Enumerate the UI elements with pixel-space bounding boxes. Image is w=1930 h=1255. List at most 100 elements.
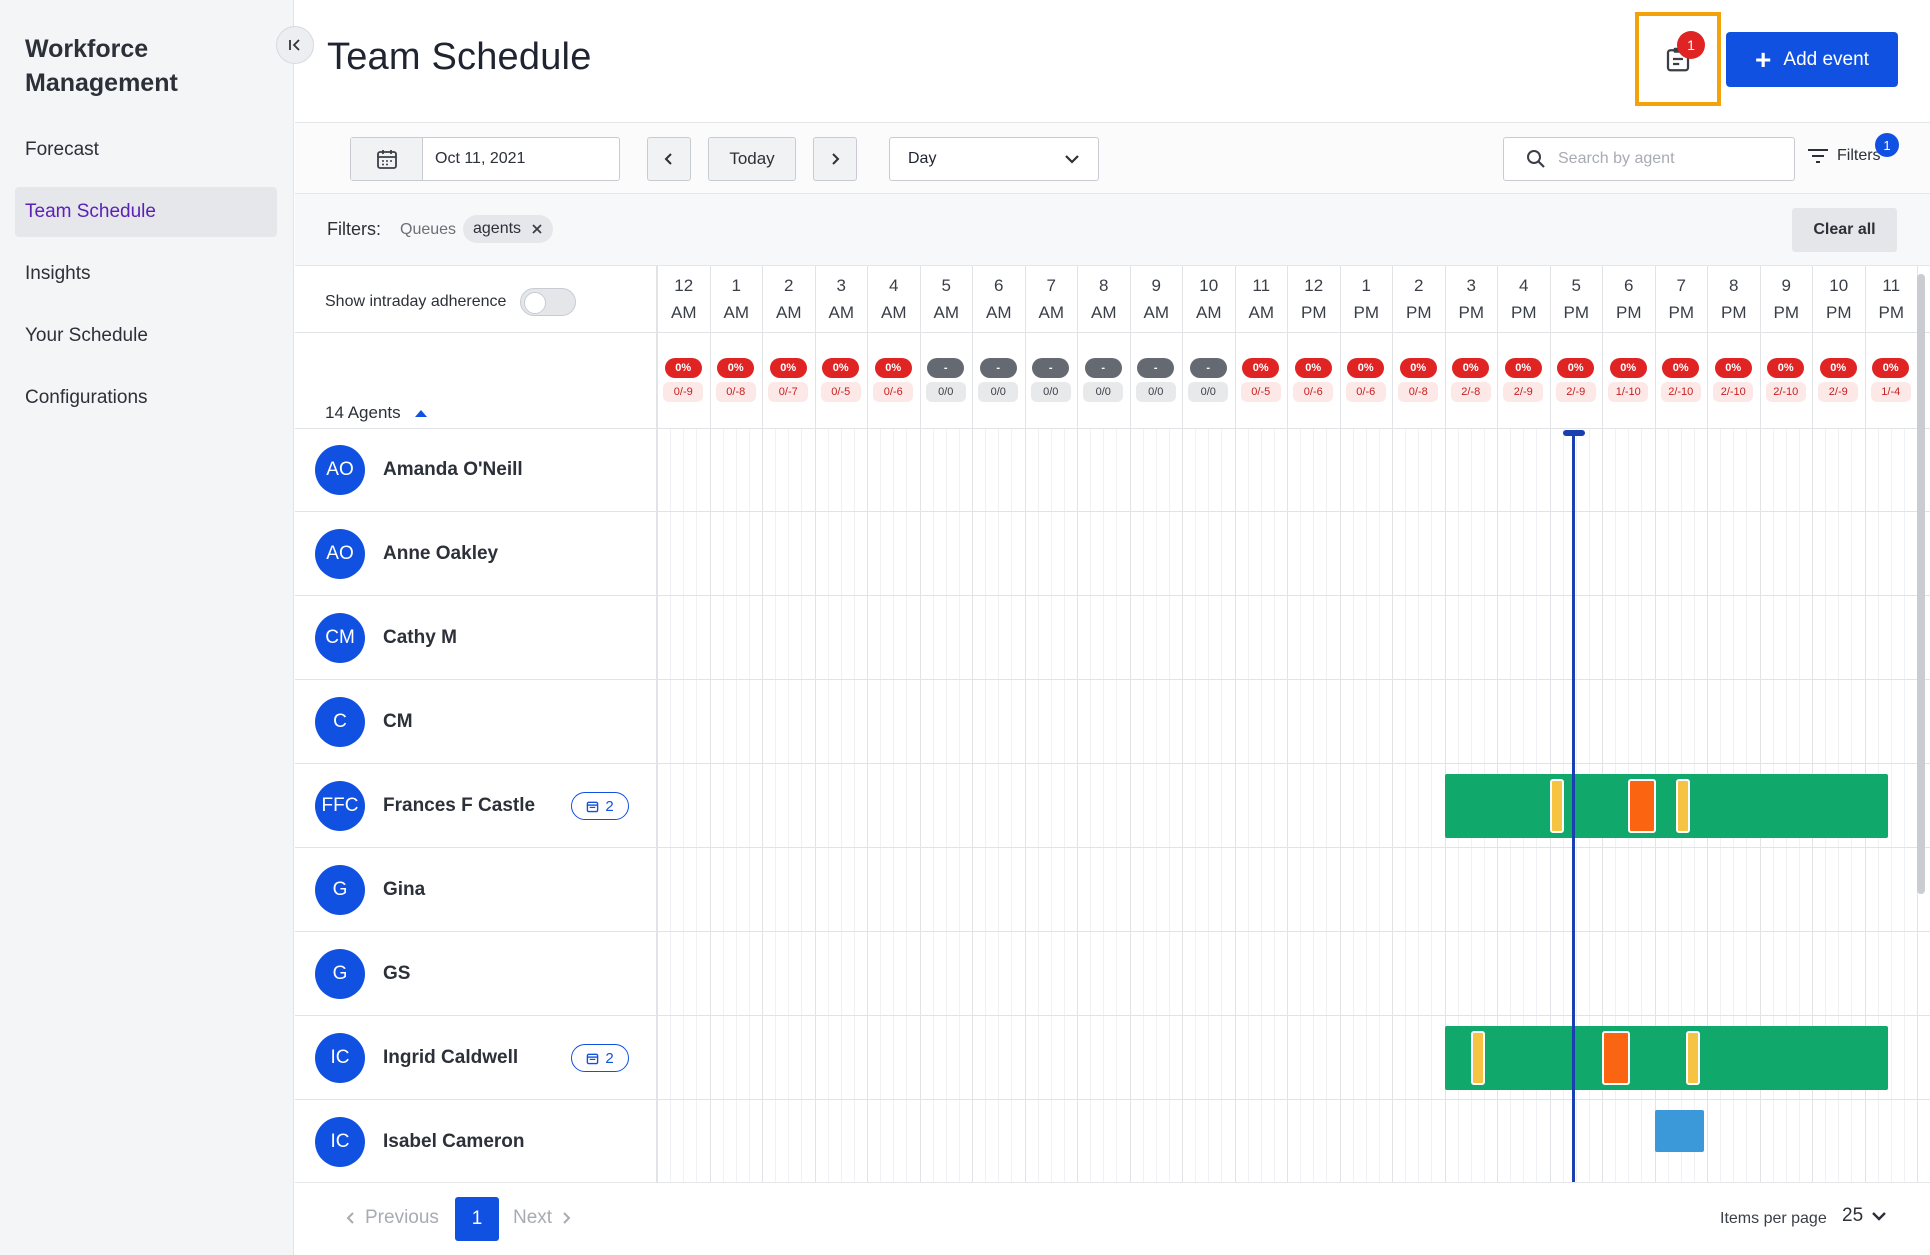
filters-button[interactable]: Filters (1807, 147, 1881, 165)
avatar: FFC (315, 780, 365, 831)
close-icon[interactable] (531, 223, 543, 235)
notification-count-badge: 1 (1677, 31, 1705, 59)
grid-line (762, 266, 763, 1182)
hour-header: 4 PM (1497, 266, 1550, 332)
agent-name[interactable]: Isabel Cameron (383, 1131, 525, 1153)
grid-line (1142, 428, 1144, 1182)
adherence-percent-badge: 0% (1872, 358, 1910, 378)
view-select[interactable]: Day (889, 137, 1099, 181)
grid-line (1339, 266, 1341, 1182)
staffing-ratio: 0/0 (1083, 382, 1124, 402)
chevron-down-icon (1872, 1212, 1886, 1221)
lunch-block[interactable] (1628, 779, 1657, 833)
agent-row[interactable]: AO Anne Oakley (295, 512, 657, 596)
notifications-button[interactable]: 1 (1635, 12, 1721, 106)
date-picker[interactable]: Oct 11, 2021 (350, 137, 620, 181)
agent-row[interactable]: CM Cathy M (295, 596, 657, 680)
shift-block[interactable] (1444, 774, 1889, 838)
meeting-block[interactable] (1654, 1110, 1705, 1152)
date-picker-button[interactable] (351, 138, 423, 180)
adherence-percent-badge: 0% (822, 358, 860, 378)
add-event-button[interactable]: + Add event (1726, 32, 1898, 87)
agent-name[interactable]: CM (383, 711, 413, 733)
vertical-scrollbar[interactable] (1917, 274, 1925, 894)
shift-block[interactable] (1444, 1026, 1889, 1090)
break-block[interactable] (1549, 779, 1564, 833)
search-input[interactable] (1558, 150, 1778, 168)
row-divider (657, 679, 1930, 680)
page-1-button[interactable]: 1 (455, 1197, 499, 1241)
next-page-button[interactable]: Next (513, 1207, 572, 1229)
adherence-percent-badge: 0% (769, 358, 807, 378)
event-count: 2 (605, 1049, 614, 1067)
grid-line (1392, 266, 1393, 1182)
hour-number: 8 (1729, 276, 1739, 295)
agent-name[interactable]: Anne Oakley (383, 543, 498, 565)
date-value[interactable]: Oct 11, 2021 (423, 138, 525, 180)
agent-name[interactable]: Frances F Castle (383, 795, 535, 817)
agent-row[interactable]: AO Amanda O'Neill (295, 428, 657, 512)
agent-row[interactable]: FFC Frances F Castle 2 (295, 764, 657, 848)
grid-line (1378, 428, 1380, 1182)
agent-name[interactable]: Gina (383, 879, 425, 901)
hour-period: PM (1301, 303, 1327, 322)
sort-ascending-icon (414, 409, 427, 417)
collapse-sidebar-button[interactable] (276, 26, 314, 64)
hour-period: PM (1721, 303, 1747, 322)
agent-name[interactable]: Cathy M (383, 627, 457, 649)
grid-line (1418, 428, 1420, 1182)
agent-search[interactable] (1503, 137, 1795, 181)
break-block[interactable] (1675, 779, 1690, 833)
next-day-button[interactable] (813, 137, 857, 181)
agents-count-header[interactable]: 14 Agents (325, 403, 427, 423)
hour-number: 6 (1624, 276, 1634, 295)
today-button[interactable]: Today (708, 137, 796, 181)
hour-number: 2 (1414, 276, 1424, 295)
agent-row[interactable]: IC Ingrid Caldwell 2 (295, 1016, 657, 1100)
row-divider (657, 595, 1930, 596)
grid-line (1116, 428, 1118, 1182)
calendar-icon (587, 1053, 599, 1064)
hour-header: 6 AM (972, 266, 1025, 332)
sidebar-item-team-schedule[interactable]: Team Schedule (15, 187, 277, 237)
grid-line (945, 428, 947, 1182)
avatar: AO (315, 444, 365, 495)
agent-row[interactable]: C CM (295, 680, 657, 764)
hour-period: AM (933, 303, 960, 322)
previous-day-button[interactable] (647, 137, 691, 181)
grid-line (775, 428, 777, 1182)
agent-name[interactable]: Amanda O'Neill (383, 459, 523, 481)
agent-row[interactable]: G GS (295, 932, 657, 1016)
agent-name[interactable]: Ingrid Caldwell (383, 1047, 518, 1069)
break-block[interactable] (1686, 1031, 1700, 1085)
event-count-badge[interactable]: 2 (571, 792, 629, 820)
next-page-label: Next (513, 1207, 553, 1228)
current-time-handle[interactable] (1563, 430, 1586, 436)
hour-number: 4 (889, 276, 899, 295)
row-divider (657, 511, 1930, 512)
event-count-badge[interactable]: 2 (571, 1044, 629, 1072)
adherence-percent-badge: - (979, 358, 1017, 378)
items-per-page-select[interactable]: 25 (1842, 1205, 1887, 1227)
clear-all-button[interactable]: Clear all (1792, 208, 1897, 252)
row-divider (657, 763, 1930, 764)
agent-row[interactable]: IC Isabel Cameron (295, 1100, 657, 1182)
hour-header: 7 AM (1024, 266, 1078, 332)
sidebar-item-configurations[interactable]: Configurations (15, 373, 277, 423)
break-block[interactable] (1470, 1031, 1485, 1085)
previous-page-button[interactable]: Previous (345, 1207, 439, 1229)
hour-header: 10 PM (1812, 266, 1865, 332)
hour-header: 12 AM (657, 266, 710, 332)
agent-name[interactable]: GS (383, 963, 410, 985)
staffing-ratio: 0/0 (1188, 382, 1229, 402)
event-count: 2 (605, 797, 614, 815)
grid-line (1050, 428, 1052, 1182)
sidebar-item-forecast[interactable]: Forecast (15, 125, 277, 175)
agent-row[interactable]: G Gina (295, 848, 657, 932)
grid-line (1890, 428, 1892, 1182)
grid-line (1063, 428, 1065, 1182)
sidebar-item-your-schedule[interactable]: Your Schedule (15, 311, 277, 361)
sidebar-item-insights[interactable]: Insights (15, 249, 277, 299)
lunch-block[interactable] (1602, 1031, 1630, 1085)
adherence-toggle[interactable] (520, 288, 577, 316)
